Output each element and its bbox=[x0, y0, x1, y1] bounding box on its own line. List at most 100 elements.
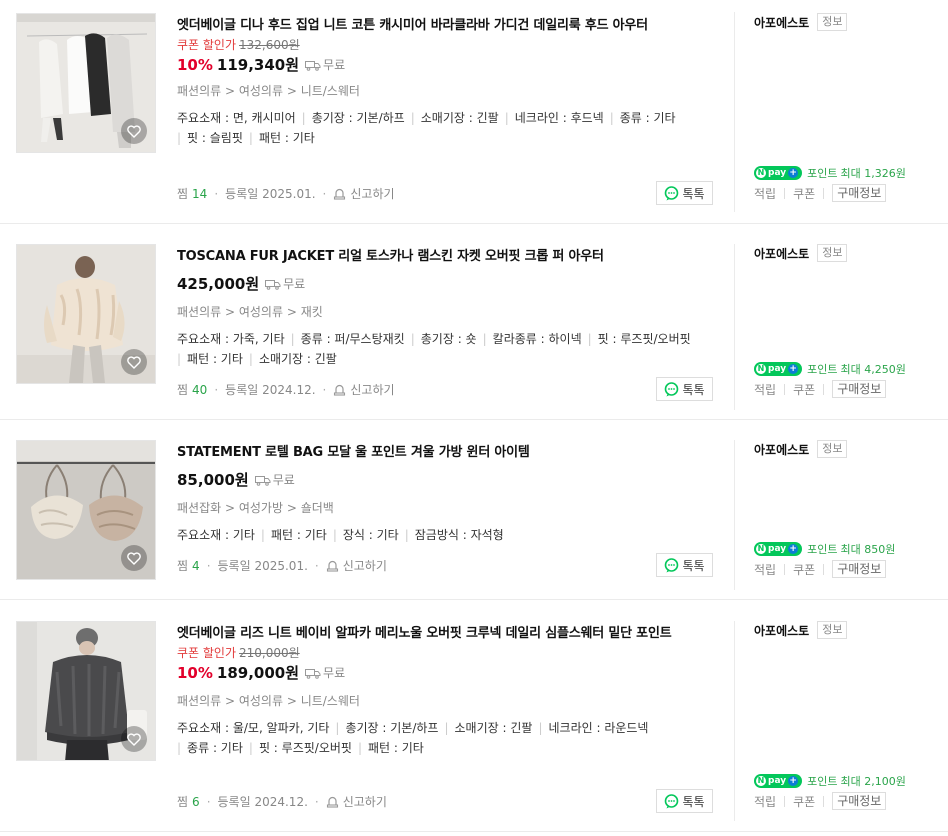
seller-info-button[interactable]: 정보 bbox=[817, 244, 848, 262]
seller-info-button[interactable]: 정보 bbox=[817, 440, 848, 458]
seller-name[interactable]: 아포에스토 bbox=[754, 245, 809, 262]
accrue-link[interactable]: 적립 bbox=[754, 793, 776, 810]
product-specs: 주요소재 : 울/모, 알파카, 기타 | 총기장 : 기본/하프 | 소매기장 : 긴… bbox=[177, 721, 649, 755]
product-title[interactable]: 엣더베이글 리즈 니트 베이비 알파카 메리노울 오버핏 크루넥 데일리 심플스… bbox=[177, 624, 717, 644]
product-list: 엣더베이글 디나 후드 집업 니트 코튼 캐시미어 바라클라바 가디건 데일리룩… bbox=[0, 0, 948, 836]
report-button[interactable]: 신고하기 bbox=[326, 793, 387, 810]
talktalk-button[interactable]: 톡톡 bbox=[656, 377, 713, 401]
category-path[interactable]: 패션의류 > 여성의류 > 니트/스웨터 bbox=[177, 82, 717, 100]
price-row: 85,000원 무료 bbox=[177, 469, 717, 491]
product-info: TOSCANA FUR JACKET 리얼 토스카나 램스킨 자켓 오버핏 크롭… bbox=[177, 247, 717, 369]
spec-item: 네크라인 : 라운드넥 bbox=[548, 721, 649, 735]
coupon-row: 쿠폰 할인가 210,000원 bbox=[177, 644, 717, 662]
original-price: 132,600원 bbox=[239, 38, 300, 52]
spec-item: 패턴 : 기타 bbox=[270, 528, 327, 542]
spec-item: 핏 : 루즈핏/오버핏 bbox=[597, 332, 691, 346]
points-label: 포인트 bbox=[807, 775, 838, 788]
product-title[interactable]: TOSCANA FUR JACKET 리얼 토스카나 램스킨 자켓 오버핏 크롭… bbox=[177, 247, 717, 267]
heart-icon bbox=[127, 551, 141, 565]
talktalk-button[interactable]: 톡톡 bbox=[656, 553, 713, 577]
truck-icon bbox=[254, 475, 271, 486]
sale-price[interactable]: 425,000원 bbox=[177, 273, 259, 295]
product-item: 엣더베이글 리즈 니트 베이비 알파카 메리노울 오버핏 크루넥 데일리 심플스… bbox=[0, 600, 948, 832]
accrue-link[interactable]: 적립 bbox=[754, 381, 776, 398]
product-info: 엣더베이글 디나 후드 집업 니트 코튼 캐시미어 바라클라바 가디건 데일리룩… bbox=[177, 16, 717, 148]
chat-bubble-icon bbox=[665, 793, 679, 808]
npay-points: Npay + 포인트 최대 2,100원 bbox=[754, 773, 906, 789]
category-path[interactable]: 패션잡화 > 여성가방 > 숄더백 bbox=[177, 499, 717, 517]
spec-item: 패턴 : 기타 bbox=[258, 131, 315, 145]
spec-item: 장식 : 기타 bbox=[342, 528, 399, 542]
talktalk-label: 톡톡 bbox=[682, 794, 705, 809]
product-thumbnail[interactable] bbox=[16, 13, 156, 153]
seller-name[interactable]: 아포에스토 bbox=[754, 441, 809, 458]
talktalk-button[interactable]: 톡톡 bbox=[656, 789, 713, 813]
purchase-info-button[interactable]: 구매정보 bbox=[832, 792, 887, 810]
seller-name[interactable]: 아포에스토 bbox=[754, 622, 809, 639]
product-thumbnail[interactable] bbox=[16, 621, 156, 761]
seller-info-button[interactable]: 정보 bbox=[817, 13, 848, 31]
truck-icon bbox=[265, 279, 281, 290]
coupon-row: 쿠폰 할인가 132,600원 bbox=[177, 36, 717, 54]
spec-item: 핏 : 슬림핏 bbox=[187, 131, 243, 145]
seller-name[interactable]: 아포에스토 bbox=[754, 14, 809, 31]
purchase-info-button[interactable]: 구매정보 bbox=[832, 560, 887, 578]
product-title[interactable]: STATEMENT 로텔 BAG 모달 울 포인트 겨울 가방 윈터 아이템 bbox=[177, 443, 717, 463]
category-path[interactable]: 패션의류 > 여성의류 > 재킷 bbox=[177, 303, 717, 321]
spec-item: 총기장 : 기본/하프 bbox=[311, 111, 405, 125]
price-row: 425,000원 무료 bbox=[177, 273, 717, 295]
npay-points: Npay + 포인트 최대 850원 bbox=[754, 541, 895, 557]
purchase-info-button[interactable]: 구매정보 bbox=[832, 184, 887, 202]
wishlist-heart-button[interactable] bbox=[121, 726, 147, 752]
product-item: TOSCANA FUR JACKET 리얼 토스카나 램스킨 자켓 오버핏 크롭… bbox=[0, 224, 948, 420]
npay-plus-badge: Npay + bbox=[754, 362, 803, 376]
spec-item: 종류 : 기타 bbox=[619, 111, 676, 125]
product-item: STATEMENT 로텔 BAG 모달 울 포인트 겨울 가방 윈터 아이템 8… bbox=[0, 420, 948, 600]
sale-price[interactable]: 119,340원 bbox=[217, 54, 299, 76]
shipping-label: 무료 bbox=[272, 473, 295, 487]
coupon-link[interactable]: 쿠폰 bbox=[793, 793, 815, 810]
coupon-link[interactable]: 쿠폰 bbox=[793, 561, 815, 578]
points-max: 최대 4,250원 bbox=[840, 363, 906, 376]
report-button[interactable]: 신고하기 bbox=[333, 185, 395, 202]
truck-icon bbox=[305, 668, 321, 679]
seller-info: 아포에스토 정보 bbox=[754, 13, 848, 31]
product-thumbnail[interactable] bbox=[16, 440, 156, 580]
sale-price[interactable]: 85,000원 bbox=[177, 469, 249, 491]
wish-label: 찜 bbox=[177, 383, 189, 397]
spec-item: 주요소재 : 가죽, 기타 bbox=[177, 332, 285, 346]
points-label: 포인트 bbox=[807, 363, 838, 376]
report-button[interactable]: 신고하기 bbox=[326, 557, 387, 574]
spec-item: 종류 : 기타 bbox=[187, 741, 243, 755]
report-label: 신고하기 bbox=[350, 187, 395, 201]
wishlist-heart-button[interactable] bbox=[121, 118, 147, 144]
accrue-link[interactable]: 적립 bbox=[754, 185, 776, 202]
wishlist-heart-button[interactable] bbox=[121, 545, 147, 571]
accrue-link[interactable]: 적립 bbox=[754, 561, 776, 578]
wishlist-heart-button[interactable] bbox=[121, 349, 147, 375]
talktalk-label: 톡톡 bbox=[682, 382, 705, 397]
siren-icon bbox=[334, 384, 346, 396]
talktalk-button[interactable]: 톡톡 bbox=[656, 181, 713, 205]
registered-date: 등록일 2024.12. bbox=[225, 383, 316, 397]
spec-item: 패턴 : 기타 bbox=[367, 741, 424, 755]
coupon-link[interactable]: 쿠폰 bbox=[793, 381, 815, 398]
coupon-link[interactable]: 쿠폰 bbox=[793, 185, 815, 202]
product-meta: 찜 14 · 등록일 2025.01. · 신고하기 bbox=[177, 185, 395, 202]
seller-info: 아포에스토 정보 bbox=[754, 621, 848, 639]
product-thumbnail[interactable] bbox=[16, 244, 156, 384]
purchase-info-button[interactable]: 구매정보 bbox=[832, 380, 887, 398]
registered-date: 등록일 2024.12. bbox=[217, 795, 308, 809]
wish-count: 6 bbox=[192, 794, 200, 809]
wish-count: 40 bbox=[192, 382, 208, 397]
report-label: 신고하기 bbox=[342, 559, 387, 573]
product-specs: 주요소재 : 면, 캐시미어 | 총기장 : 기본/하프 | 소매기장 : 긴팔 | 네크라… bbox=[177, 111, 676, 145]
report-label: 신고하기 bbox=[350, 383, 395, 397]
seller-links: 적립 쿠폰 구매정보 bbox=[754, 792, 887, 810]
product-title[interactable]: 엣더베이글 디나 후드 집업 니트 코튼 캐시미어 바라클라바 가디건 데일리룩… bbox=[177, 16, 717, 36]
report-button[interactable]: 신고하기 bbox=[333, 381, 395, 398]
seller-info-button[interactable]: 정보 bbox=[817, 621, 848, 639]
category-path[interactable]: 패션의류 > 여성의류 > 니트/스웨터 bbox=[177, 692, 717, 710]
original-price: 210,000원 bbox=[239, 646, 300, 660]
sale-price[interactable]: 189,000원 bbox=[217, 662, 299, 684]
